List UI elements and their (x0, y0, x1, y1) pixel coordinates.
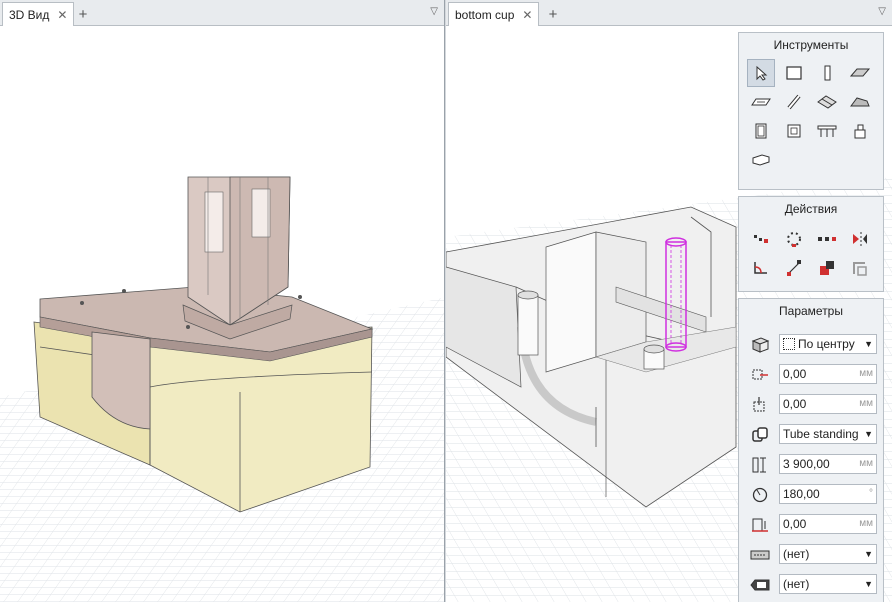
3d-viewport[interactable] (0, 27, 444, 602)
close-icon[interactable]: ✕ (57, 8, 67, 22)
panel-title: Инструменты (773, 38, 849, 52)
elevation-input[interactable]: 0,00 мм (779, 514, 877, 534)
tab-label: bottom cup (455, 7, 515, 22)
material-row: (нет) ▼ (739, 541, 883, 567)
column-icon[interactable] (813, 59, 841, 87)
unit-label: ° (869, 488, 873, 499)
offset-x-row: 0,00 мм (739, 361, 883, 387)
elevation-value: 0,00 (783, 517, 807, 531)
close-icon[interactable]: ✕ (522, 8, 532, 22)
tab-menu-icon[interactable]: ▽ (430, 6, 438, 17)
actions-panel: Действия (738, 196, 884, 292)
mirror-icon[interactable] (846, 225, 874, 253)
right-tabbar: bottom cup ✕ + ▽ (446, 0, 892, 26)
tools-panel: Инструменты (738, 32, 884, 190)
tab-label: 3D Вид (9, 7, 50, 22)
left-tabbar: 3D Вид ✕ + ▽ (0, 0, 444, 26)
elevation-icon (749, 515, 771, 535)
boolean-icon[interactable] (813, 254, 841, 282)
height-input[interactable]: 3 900,00 мм (779, 454, 877, 474)
scale-icon[interactable] (780, 254, 808, 282)
slab-icon[interactable] (780, 59, 808, 87)
3d-model-render (0, 27, 444, 602)
unit-label: мм (859, 368, 873, 379)
label-tag-icon (749, 575, 771, 595)
anchor-value: По центру (798, 337, 855, 351)
offset-y-icon (749, 395, 771, 415)
roof-icon[interactable] (846, 59, 874, 87)
chevron-down-icon: ▼ (864, 339, 873, 349)
angle-row: 180,00 ° (739, 481, 883, 507)
offset-y-value: 0,00 (783, 397, 807, 411)
offset-x-value: 0,00 (783, 367, 807, 381)
anchor-icon (749, 335, 771, 355)
window-icon[interactable] (780, 117, 808, 145)
unit-label: мм (859, 518, 873, 529)
shell-icon[interactable] (846, 88, 874, 116)
height-icon (749, 455, 771, 475)
offset-icon[interactable] (846, 254, 874, 282)
tab-bottom-cup[interactable]: bottom cup ✕ (448, 2, 540, 26)
offset-x-icon (749, 365, 771, 385)
material-select[interactable]: (нет) ▼ (779, 544, 877, 564)
material-value: (нет) (783, 547, 810, 561)
linear-array-icon[interactable] (813, 225, 841, 253)
door-icon[interactable] (747, 117, 775, 145)
material-icon (749, 545, 771, 565)
label-row: (нет) ▼ (739, 571, 883, 597)
label-select[interactable]: (нет) ▼ (779, 574, 877, 594)
chevron-down-icon: ▼ (864, 579, 873, 589)
chevron-down-icon: ▼ (864, 429, 873, 439)
angle-icon[interactable] (747, 254, 775, 282)
tab-menu-icon[interactable]: ▽ (878, 6, 886, 17)
rotate-array-icon[interactable] (780, 225, 808, 253)
profile-icon (749, 425, 771, 445)
height-row: 3 900,00 мм (739, 451, 883, 477)
panel-title: Параметры (779, 304, 843, 318)
center-anchor-icon (783, 338, 795, 350)
unit-label: мм (859, 458, 873, 469)
railing-icon[interactable] (813, 117, 841, 145)
app-window: 3D Вид ✕ + ▽ bottom cup ✕ + ▽ Инструмент… (0, 0, 892, 602)
beam-icon[interactable] (780, 88, 808, 116)
angle-value: 180,00 (783, 487, 820, 501)
anchor-select[interactable]: По центру ▼ (779, 334, 877, 354)
profile-select[interactable]: Tube standing ▼ (779, 424, 877, 444)
profile-row: Tube standing ▼ (739, 421, 883, 447)
mesh-icon[interactable] (813, 88, 841, 116)
tab-3d-view[interactable]: 3D Вид ✕ (2, 2, 75, 26)
offset-x-input[interactable]: 0,00 мм (779, 364, 877, 384)
label-value: (нет) (783, 577, 810, 591)
parameters-panel: Параметры По центру ▼ 0,00 мм 0,00 мм Tu… (738, 298, 884, 602)
height-value: 3 900,00 (783, 457, 830, 471)
move-icon[interactable] (747, 225, 775, 253)
stair-icon[interactable] (747, 88, 775, 116)
object-icon[interactable] (846, 117, 874, 145)
unit-label: мм (859, 398, 873, 409)
anchor-row: По центру ▼ (739, 331, 883, 357)
offset-y-input[interactable]: 0,00 мм (779, 394, 877, 414)
rotation-icon (749, 485, 771, 505)
offset-y-row: 0,00 мм (739, 391, 883, 417)
panel-title: Действия (784, 202, 838, 216)
left-view-pane: 3D Вид ✕ + ▽ (0, 0, 445, 602)
elevation-row: 0,00 мм (739, 511, 883, 537)
select-arrow-icon[interactable] (747, 59, 775, 87)
profile-value: Tube standing (783, 427, 859, 441)
chevron-down-icon: ▼ (864, 549, 873, 559)
angle-input[interactable]: 180,00 ° (779, 484, 877, 504)
add-tab-button[interactable]: + (542, 4, 564, 24)
zone-icon[interactable] (747, 146, 775, 174)
add-tab-button[interactable]: + (72, 4, 94, 24)
